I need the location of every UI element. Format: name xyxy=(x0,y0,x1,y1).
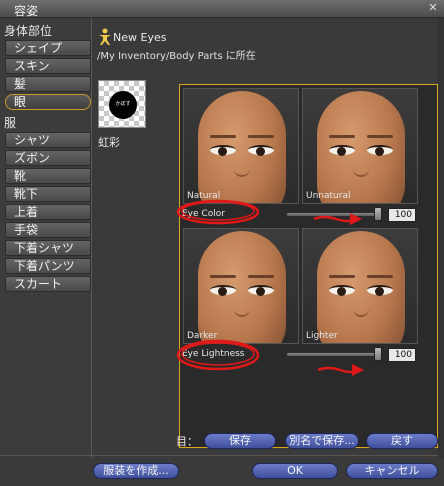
preview-lighter-label: Lighter xyxy=(306,331,338,341)
param-label-eye-lightness: Eye Lightness xyxy=(182,349,245,359)
revert-button[interactable]: 戻す xyxy=(366,433,438,449)
sidebar-item-gloves[interactable]: 手袋 xyxy=(5,222,91,238)
sidebar-item-skirt[interactable]: スカート xyxy=(5,276,91,292)
preview-unnatural[interactable]: Unnatural xyxy=(302,88,418,204)
item-path: /My Inventory/Body Parts に所在 xyxy=(97,51,256,62)
eye-color-slider[interactable] xyxy=(286,212,382,217)
preview-natural[interactable]: Natural xyxy=(183,88,299,204)
eye-lightness-value-input[interactable]: 100 xyxy=(388,348,416,362)
sidebar-item-eyes[interactable]: 眼 xyxy=(5,94,91,110)
sidebar-item-hair[interactable]: 髪 xyxy=(5,76,91,92)
clothes-heading: 服 xyxy=(4,116,17,130)
preview-natural-label: Natural xyxy=(187,191,221,201)
eye-color-slider-handle[interactable] xyxy=(374,207,382,221)
iris-texture-swatch[interactable]: かぼす xyxy=(98,80,146,128)
sidebar-item-pants[interactable]: ズボン xyxy=(5,150,91,166)
param-label-eye-color: Eye Color xyxy=(182,209,225,219)
save-as-button[interactable]: 別名で保存... xyxy=(285,433,359,449)
sidebar-item-undershirt[interactable]: 下着シャツ xyxy=(5,240,91,256)
sidebar-item-skin[interactable]: スキン xyxy=(5,58,91,74)
save-button[interactable]: 保存 xyxy=(204,433,276,449)
sidebar: 身体部位 シェイプ スキン 髪 眼 服 シャツ ズボン 靴 靴下 上着 手袋 下… xyxy=(0,18,92,458)
sidebar-item-shape[interactable]: シェイプ xyxy=(5,40,91,56)
preview-unnatural-label: Unnatural xyxy=(306,191,351,201)
window-title: 容姿 xyxy=(14,4,39,18)
ok-button[interactable]: OK xyxy=(252,463,338,479)
cancel-button[interactable]: キャンセル xyxy=(346,463,438,479)
iris-texture-preview: かぼす xyxy=(109,91,137,119)
eyes-label: 目： xyxy=(176,435,198,448)
make-outfit-button[interactable]: 服装を作成... xyxy=(93,463,179,479)
person-icon xyxy=(99,28,111,45)
edit-panel: New Eyes /My Inventory/Body Parts に所在 かぼ… xyxy=(92,22,444,458)
eye-lightness-slider-handle[interactable] xyxy=(374,347,382,361)
eye-color-value-input[interactable]: 100 xyxy=(388,208,416,222)
preview-lighter[interactable]: Lighter xyxy=(302,228,418,344)
iris-label: 虹彩 xyxy=(98,136,120,149)
title-bar[interactable]: 容姿 ✕ xyxy=(0,0,444,18)
right-edge-scrollbar[interactable] xyxy=(438,18,444,458)
sidebar-item-underpants[interactable]: 下着パンツ xyxy=(5,258,91,274)
item-name: New Eyes xyxy=(113,31,167,44)
eye-lightness-slider[interactable] xyxy=(286,352,382,357)
sidebar-item-shirt[interactable]: シャツ xyxy=(5,132,91,148)
sidebar-item-socks[interactable]: 靴下 xyxy=(5,186,91,202)
sidebar-item-jacket[interactable]: 上着 xyxy=(5,204,91,220)
body-parts-heading: 身体部位 xyxy=(4,24,53,38)
preview-darker[interactable]: Darker xyxy=(183,228,299,344)
parameter-panel: Natural Unnatural Eye Color 100 Darker L… xyxy=(176,84,438,448)
sidebar-item-shoes[interactable]: 靴 xyxy=(5,168,91,184)
annotation-arrow-2 xyxy=(317,364,364,376)
preview-darker-label: Darker xyxy=(187,331,218,341)
footer-divider xyxy=(0,455,444,456)
close-icon[interactable]: ✕ xyxy=(426,1,440,15)
